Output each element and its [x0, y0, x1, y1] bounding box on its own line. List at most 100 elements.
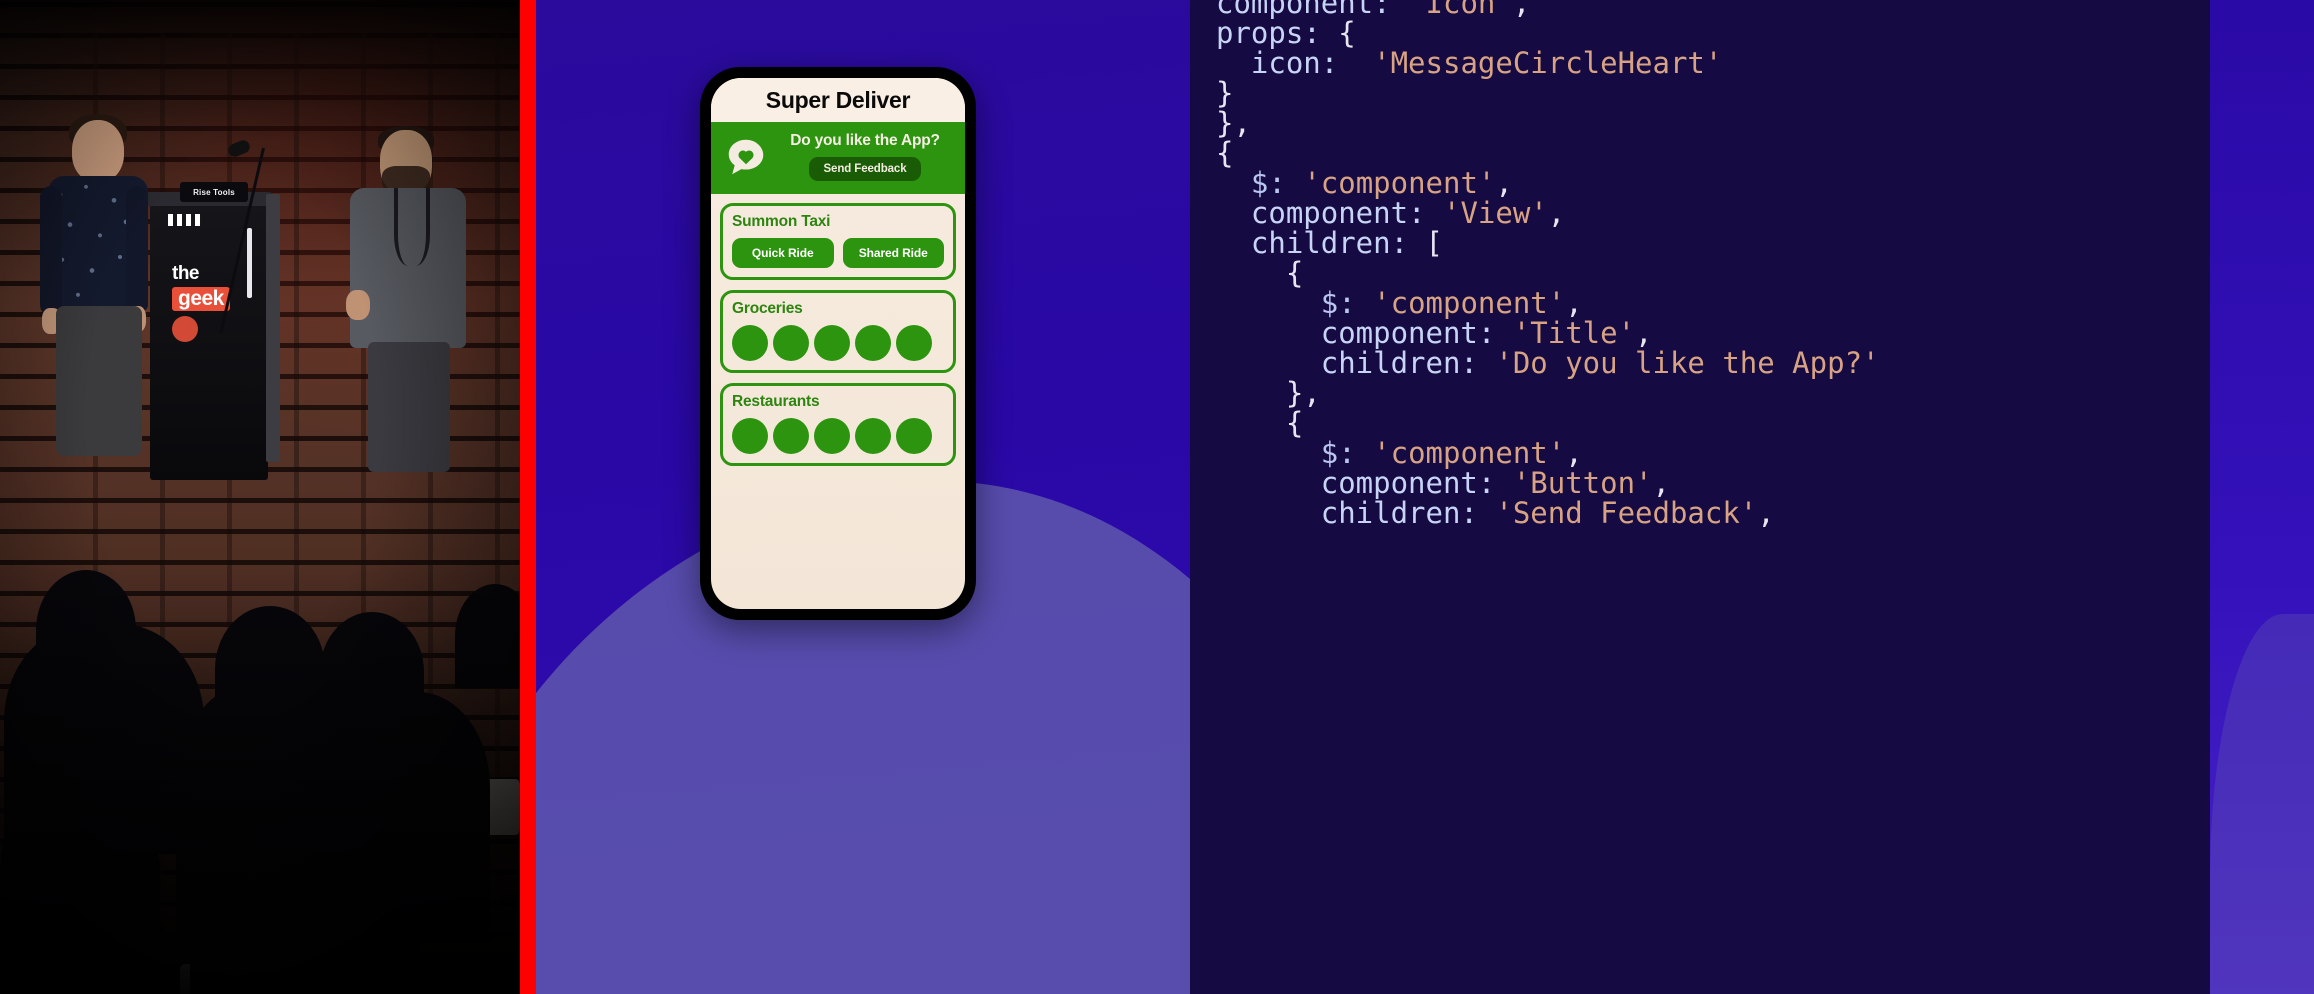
code-line: $: 'component',: [1190, 438, 2210, 468]
card-title: Groceries: [732, 300, 803, 317]
presentation-stage: Rise Tools the geek: [0, 0, 2314, 994]
conference-video-panel: Rise Tools the geek: [0, 0, 520, 994]
code-token: component:: [1216, 465, 1496, 500]
code-token: 'MessageCircleHeart': [1373, 45, 1723, 80]
code-token: ,: [1512, 0, 1531, 20]
code-token: ,: [1547, 195, 1566, 230]
code-token: ,: [1652, 465, 1670, 500]
code-line: icon: 'MessageCircleHeart': [1190, 48, 2210, 78]
right-strip-blob: [2210, 614, 2314, 994]
restaurant-item[interactable]: [814, 418, 850, 454]
grocery-item[interactable]: [855, 325, 891, 361]
grocery-item[interactable]: [732, 325, 768, 361]
code-token: $:: [1216, 285, 1356, 320]
code-token: $:: [1216, 435, 1356, 470]
code-line: children: [: [1190, 228, 2210, 258]
app-title: Super Deliver: [711, 78, 965, 122]
code-line: component: 'Button',: [1190, 468, 2210, 498]
code-token: component:: [1216, 315, 1496, 350]
code-token: 'component': [1303, 165, 1496, 200]
code-token: {: [1320, 15, 1356, 50]
code-line: },: [1190, 378, 2210, 408]
card-restaurants: Restaurants: [720, 383, 956, 466]
code-line: {: [1190, 138, 2210, 168]
feedback-question: Do you like the App?: [790, 132, 940, 149]
code-line: children: 'Do you like the App?': [1190, 348, 2210, 378]
phone-mockup: Super Deliver Do you like the App? Send …: [700, 67, 976, 620]
code-line: children: 'Send Feedback',: [1190, 498, 2210, 528]
code-token: 'View': [1442, 195, 1548, 230]
quick-ride-button[interactable]: Quick Ride: [732, 238, 834, 268]
code-token: 'component': [1373, 435, 1566, 470]
code-token: ,: [1757, 495, 1775, 530]
feedback-banner: Do you like the App? Send Feedback: [711, 122, 965, 194]
code-token: children:: [1216, 345, 1478, 380]
send-feedback-button[interactable]: Send Feedback: [809, 157, 921, 181]
code-token: $:: [1216, 165, 1286, 200]
card-title: Restaurants: [732, 393, 820, 410]
code-token: icon:: [1216, 45, 1339, 80]
code-line: $: 'component',: [1190, 168, 2210, 198]
code-token: 'Send Feedback': [1495, 495, 1758, 530]
code-line: component: 'View',: [1190, 198, 2210, 228]
right-background-strip: [2210, 0, 2314, 994]
grocery-item-row: [732, 325, 944, 361]
code-listing[interactable]: component: 'Icon', props: { icon: 'Messag…: [1190, 0, 2210, 528]
code-token: {: [1216, 135, 1234, 170]
code-token: 'Title': [1512, 315, 1636, 350]
code-token: },: [1216, 375, 1321, 410]
phone-screen: Super Deliver Do you like the App? Send …: [711, 78, 965, 609]
panel-divider: [520, 0, 536, 994]
code-token: ,: [1565, 285, 1583, 320]
code-token: 'Do you like the App?': [1495, 345, 1880, 380]
code-line: {: [1190, 408, 2210, 438]
code-token: 'Icon': [1408, 0, 1513, 20]
code-token: {: [1216, 405, 1304, 440]
code-token: props:: [1216, 15, 1321, 50]
slide-panel: Super Deliver Do you like the App? Send …: [536, 0, 1190, 994]
restaurant-item-row: [732, 418, 944, 454]
shared-ride-button[interactable]: Shared Ride: [842, 238, 944, 268]
code-token: {: [1216, 255, 1304, 290]
grocery-item[interactable]: [896, 325, 932, 361]
restaurant-item[interactable]: [732, 418, 768, 454]
feedback-texts: Do you like the App? Send Feedback: [777, 132, 953, 181]
code-token: children:: [1216, 495, 1478, 530]
code-line: props: {: [1190, 18, 2210, 48]
restaurant-item[interactable]: [773, 418, 809, 454]
code-token: ,: [1495, 165, 1513, 200]
card-groceries: Groceries: [720, 290, 956, 373]
code-line: }: [1190, 78, 2210, 108]
code-token: ,: [1565, 435, 1583, 470]
code-token: children:: [1216, 225, 1409, 260]
code-token: },: [1216, 105, 1251, 140]
code-line: component: 'Title',: [1190, 318, 2210, 348]
code-line: $: 'component',: [1190, 288, 2210, 318]
grocery-item[interactable]: [773, 325, 809, 361]
code-panel: component: 'Icon', props: { icon: 'Messag…: [1190, 0, 2210, 994]
card-title: Summon Taxi: [732, 213, 831, 230]
restaurant-item[interactable]: [855, 418, 891, 454]
grocery-item[interactable]: [814, 325, 850, 361]
message-circle-heart-icon: [723, 134, 769, 180]
card-summon-taxi: Summon Taxi Quick Ride Shared Ride: [720, 203, 956, 280]
video-vignette: [0, 0, 520, 994]
code-token: component:: [1216, 195, 1426, 230]
code-token: 'component': [1373, 285, 1566, 320]
card-button-row: Quick Ride Shared Ride: [732, 238, 944, 268]
code-line: },: [1190, 108, 2210, 138]
restaurant-item[interactable]: [896, 418, 932, 454]
code-token: ,: [1635, 315, 1653, 350]
code-token: }: [1216, 75, 1234, 110]
code-line: {: [1190, 258, 2210, 288]
